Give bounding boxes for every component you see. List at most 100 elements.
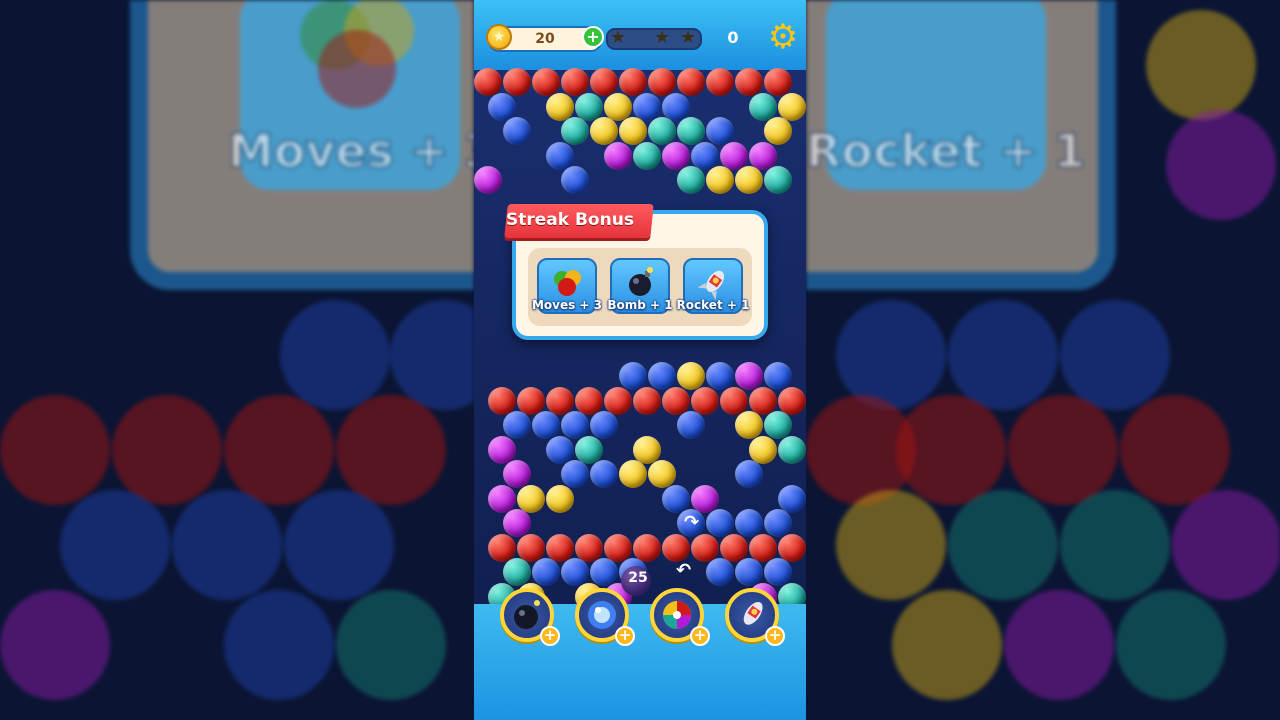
popup-title: Streak Bonus: [506, 210, 634, 230]
bg-ball: [896, 395, 1006, 505]
add-rainbow-button[interactable]: +: [690, 626, 710, 646]
bubble: [604, 141, 632, 170]
bubble: [633, 92, 661, 121]
add-coins-button[interactable]: +: [582, 26, 604, 48]
bg-ball: [1116, 590, 1226, 700]
bubble: [590, 117, 618, 145]
rocket-icon: [697, 266, 731, 300]
bubble: [648, 362, 676, 390]
bg-rocket-text: Rocket + 1: [806, 123, 1086, 179]
bubble: [633, 435, 661, 464]
bg-ball: [836, 490, 946, 600]
star-icon: ★: [680, 27, 697, 48]
bubble: [706, 362, 734, 390]
bubble: [648, 117, 676, 145]
bubble: [546, 484, 574, 513]
bubble: [648, 68, 676, 96]
bubble: [532, 411, 560, 439]
bubble: [735, 558, 763, 586]
bubble: [720, 141, 748, 170]
score-value: 0: [727, 28, 739, 47]
bubble: [590, 558, 618, 586]
bg-ball: [172, 490, 282, 600]
bubble: [604, 386, 632, 415]
bg-ball: [948, 490, 1058, 600]
gear-icon[interactable]: ⚙: [766, 20, 800, 54]
bubble: [546, 141, 574, 170]
bubble: [604, 92, 632, 121]
bg-ball: [1060, 490, 1170, 600]
bubble: [764, 68, 792, 96]
bubble: [691, 386, 719, 415]
bubble: [590, 411, 618, 439]
bubble: [503, 558, 531, 586]
bg-ball: [280, 300, 390, 410]
bubble: [619, 362, 647, 390]
bubble: [561, 68, 589, 96]
bubble: [575, 92, 603, 121]
star-progress-bar: ★ ★ ★: [606, 27, 702, 50]
booster-rainbow-button[interactable]: +: [650, 588, 710, 646]
bubble: [503, 509, 531, 537]
bubble: [488, 484, 516, 513]
bubble: [488, 533, 516, 562]
bubble: [749, 92, 777, 121]
bubble: [633, 386, 661, 415]
add-rocket-button[interactable]: +: [765, 626, 785, 646]
booster-rocket-button[interactable]: +: [725, 588, 785, 646]
bubble: [532, 68, 560, 96]
bubble: [648, 460, 676, 488]
bubble: [488, 92, 516, 121]
add-orb-button[interactable]: +: [615, 626, 635, 646]
bubble: [474, 166, 502, 194]
background-left: Moves + 3: [0, 0, 474, 720]
booster-bomb-button[interactable]: +: [500, 588, 560, 646]
bubble: [561, 117, 589, 145]
star-icon: ★: [654, 27, 671, 48]
booster-orb-button[interactable]: +: [575, 588, 635, 646]
bubble: [778, 484, 806, 513]
bubble: [575, 533, 603, 562]
bubble: [503, 411, 531, 439]
bg-ball: [224, 590, 334, 700]
bubble: [720, 533, 748, 562]
bubble: [749, 435, 777, 464]
bubble: [691, 484, 719, 513]
bubble: [503, 68, 531, 96]
bubble: [691, 533, 719, 562]
bubble: [735, 68, 763, 96]
bubble: [706, 509, 734, 537]
bomb-icon: [624, 266, 658, 300]
bubble: [604, 533, 632, 562]
bg-ball: [1166, 110, 1276, 220]
bubble: [677, 362, 705, 390]
bubble: [561, 411, 589, 439]
bg-ball: [336, 590, 446, 700]
bg-ball: [948, 300, 1058, 410]
bubble: [778, 533, 806, 562]
bubble: [691, 141, 719, 170]
bubble: [677, 68, 705, 96]
bubble: [764, 411, 792, 439]
bubble: [677, 166, 705, 194]
bubble: [735, 411, 763, 439]
bubble: [735, 166, 763, 194]
bg-ball: [1004, 590, 1114, 700]
bg-ball: [224, 395, 334, 505]
background-right: Rocket + 1: [806, 0, 1280, 720]
bubble: [677, 411, 705, 439]
bubble: [517, 484, 545, 513]
bubble: [706, 166, 734, 194]
bubble: [546, 92, 574, 121]
reward-rocket-label: Rocket + 1: [676, 298, 750, 312]
bg-ball: [112, 395, 222, 505]
bg-ball: [336, 395, 446, 505]
bg-ball: [836, 300, 946, 410]
bubble: [503, 117, 531, 145]
bubble: [749, 141, 777, 170]
bubble: [735, 460, 763, 488]
bubble: [764, 362, 792, 390]
bubble: [662, 141, 690, 170]
bubble: [778, 386, 806, 415]
add-bomb-button[interactable]: +: [540, 626, 560, 646]
